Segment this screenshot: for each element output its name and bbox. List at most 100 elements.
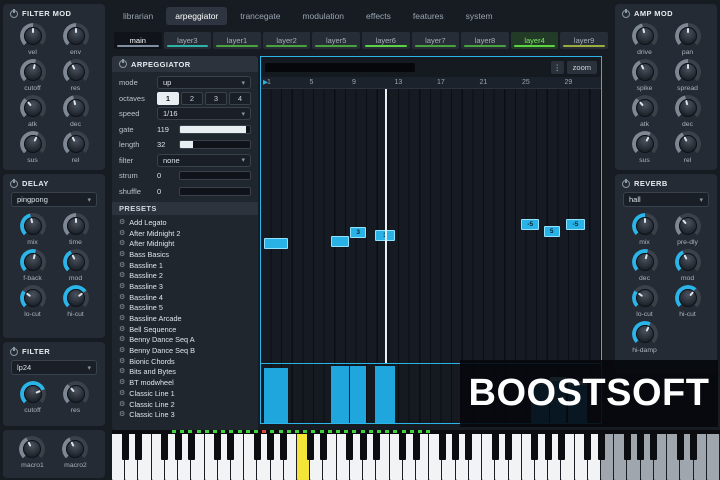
preset-item[interactable]: ⚙ Bell Sequence xyxy=(112,324,258,335)
knob-macro1[interactable]: macro1 xyxy=(19,436,46,469)
preset-item[interactable]: ⚙ Benny Dance Seq A xyxy=(112,335,258,346)
gate-slider[interactable] xyxy=(179,124,251,134)
knob-lo-cut[interactable]: lo-cut xyxy=(631,285,658,318)
black-key[interactable] xyxy=(623,434,631,460)
knob-macro2[interactable]: macro2 xyxy=(62,436,89,469)
preset-item[interactable]: ⚙ Bionic Chords xyxy=(112,356,258,367)
delay-mode-select[interactable]: pingpong ▾ xyxy=(11,192,97,207)
power-icon[interactable] xyxy=(10,346,18,356)
preset-item[interactable]: ⚙ Bass Basics xyxy=(112,249,258,260)
tab-arpeggiator[interactable]: arpeggiator xyxy=(166,7,228,25)
knob-sus[interactable]: sus xyxy=(631,131,658,164)
knob-dec[interactable]: dec xyxy=(674,95,701,128)
preset-item[interactable]: ⚙ Bassline 2 xyxy=(112,270,258,281)
octave-button-3[interactable]: 3 xyxy=(205,91,227,105)
preset-item[interactable]: ⚙ After Midnight xyxy=(112,238,258,249)
black-key[interactable] xyxy=(267,434,275,460)
sequencer-note[interactable] xyxy=(264,238,288,250)
knob-spread[interactable]: spread xyxy=(674,59,701,92)
black-key[interactable] xyxy=(319,434,327,460)
sequencer-note[interactable]: 5 xyxy=(543,226,560,237)
sequencer-note[interactable]: -5 xyxy=(521,219,540,231)
black-key[interactable] xyxy=(531,434,539,460)
layer-tab-layer4[interactable]: layer4 xyxy=(510,32,559,49)
black-key[interactable] xyxy=(505,434,513,460)
knob-hi-damp[interactable]: hi-damp xyxy=(631,321,658,354)
knob-atk[interactable]: atk xyxy=(19,95,46,128)
preset-item[interactable]: ⚙ Classic Line 2 xyxy=(112,399,258,410)
knob-dec[interactable]: dec xyxy=(62,95,89,128)
tab-modulation[interactable]: modulation xyxy=(293,7,353,25)
knob-spike[interactable]: spike xyxy=(631,59,658,92)
layer-tab-layer3[interactable]: layer3 xyxy=(163,32,212,49)
black-key[interactable] xyxy=(253,434,261,460)
layer-tab-main[interactable]: main xyxy=(114,32,162,49)
length-slider[interactable] xyxy=(179,140,251,150)
knob-atk[interactable]: atk xyxy=(631,95,658,128)
black-key[interactable] xyxy=(491,434,499,460)
knob-pre-dly[interactable]: pre-dly xyxy=(674,213,701,246)
black-key[interactable] xyxy=(412,434,420,460)
power-icon[interactable] xyxy=(119,59,127,68)
preset-item[interactable]: ⚙ BT modwheel xyxy=(112,377,258,388)
note-grid[interactable]: 33-55-5 xyxy=(261,89,601,363)
power-icon[interactable] xyxy=(10,178,18,188)
filter-select[interactable]: none ▾ xyxy=(157,153,251,167)
tab-features[interactable]: features xyxy=(404,7,453,25)
mode-select[interactable]: up ▾ xyxy=(157,76,251,90)
layer-tab-layer2[interactable]: layer2 xyxy=(262,32,311,49)
velocity-bar[interactable] xyxy=(264,368,288,423)
knob-hi-cut[interactable]: hi-cut xyxy=(674,285,701,318)
black-key[interactable] xyxy=(346,434,354,460)
velocity-bar[interactable] xyxy=(375,366,395,423)
preset-item[interactable]: ⚙ Benny Dance Seq B xyxy=(112,345,258,356)
knob-rel[interactable]: rel xyxy=(674,131,701,164)
knob-lo-cut[interactable]: lo-cut xyxy=(19,285,46,318)
black-key[interactable] xyxy=(187,434,195,460)
knob-time[interactable]: time xyxy=(62,213,89,246)
speed-select[interactable]: 1/16 ▾ xyxy=(157,107,251,121)
knob-pan[interactable]: pan xyxy=(674,23,701,56)
black-key[interactable] xyxy=(452,434,460,460)
black-key[interactable] xyxy=(465,434,473,460)
black-key[interactable] xyxy=(584,434,592,460)
black-key[interactable] xyxy=(637,434,645,460)
knob-dec[interactable]: dec xyxy=(631,249,658,282)
knob-res[interactable]: res xyxy=(62,381,89,414)
knob-cutoff[interactable]: cutoff xyxy=(19,381,46,414)
knob-hi-cut[interactable]: hi-cut xyxy=(62,285,89,318)
black-key[interactable] xyxy=(690,434,698,460)
knob-drive[interactable]: drive xyxy=(631,23,658,56)
knob-cutoff[interactable]: cutoff xyxy=(19,59,46,92)
sequencer-ruler[interactable]: ▶ 1 5 9 13 17 21 25 29 xyxy=(261,77,601,89)
black-key[interactable] xyxy=(134,434,142,460)
knob-mix[interactable]: mix xyxy=(19,213,46,246)
preset-item[interactable]: ⚙ Bits and Bytes xyxy=(112,367,258,378)
tab-effects[interactable]: effects xyxy=(357,7,400,25)
layer-tab-layer5[interactable]: layer5 xyxy=(312,32,360,49)
filter-type-select[interactable]: lp24 ▾ xyxy=(11,360,97,375)
knob-mix[interactable]: mix xyxy=(631,213,658,246)
preset-item[interactable]: ⚙ Classic Line 3 xyxy=(112,409,258,420)
knob-sus[interactable]: sus xyxy=(19,131,46,164)
black-key[interactable] xyxy=(557,434,565,460)
layer-tab-layer6[interactable]: layer6 xyxy=(361,32,410,49)
black-key[interactable] xyxy=(174,434,182,460)
octave-button-2[interactable]: 2 xyxy=(181,91,203,105)
piano-keyboard[interactable] xyxy=(112,430,720,480)
piano-keys[interactable] xyxy=(112,434,720,480)
shuffle-slider[interactable] xyxy=(179,186,251,196)
sequencer-note[interactable]: -5 xyxy=(565,219,586,231)
preset-item[interactable]: ⚙ Bassline 4 xyxy=(112,292,258,303)
reverb-type-select[interactable]: hall ▾ xyxy=(623,192,709,207)
layer-tab-layer8[interactable]: layer8 xyxy=(461,32,509,49)
black-key[interactable] xyxy=(399,434,407,460)
black-key[interactable] xyxy=(359,434,367,460)
power-icon[interactable] xyxy=(10,8,18,18)
knob-vel[interactable]: vel xyxy=(19,23,46,56)
octave-button-1[interactable]: 1 xyxy=(157,91,179,105)
layer-tab-layer7[interactable]: layer7 xyxy=(411,32,460,49)
knob-f-back[interactable]: f-back xyxy=(19,249,46,282)
tab-trancegate[interactable]: trancegate xyxy=(231,7,289,25)
black-key[interactable] xyxy=(544,434,552,460)
